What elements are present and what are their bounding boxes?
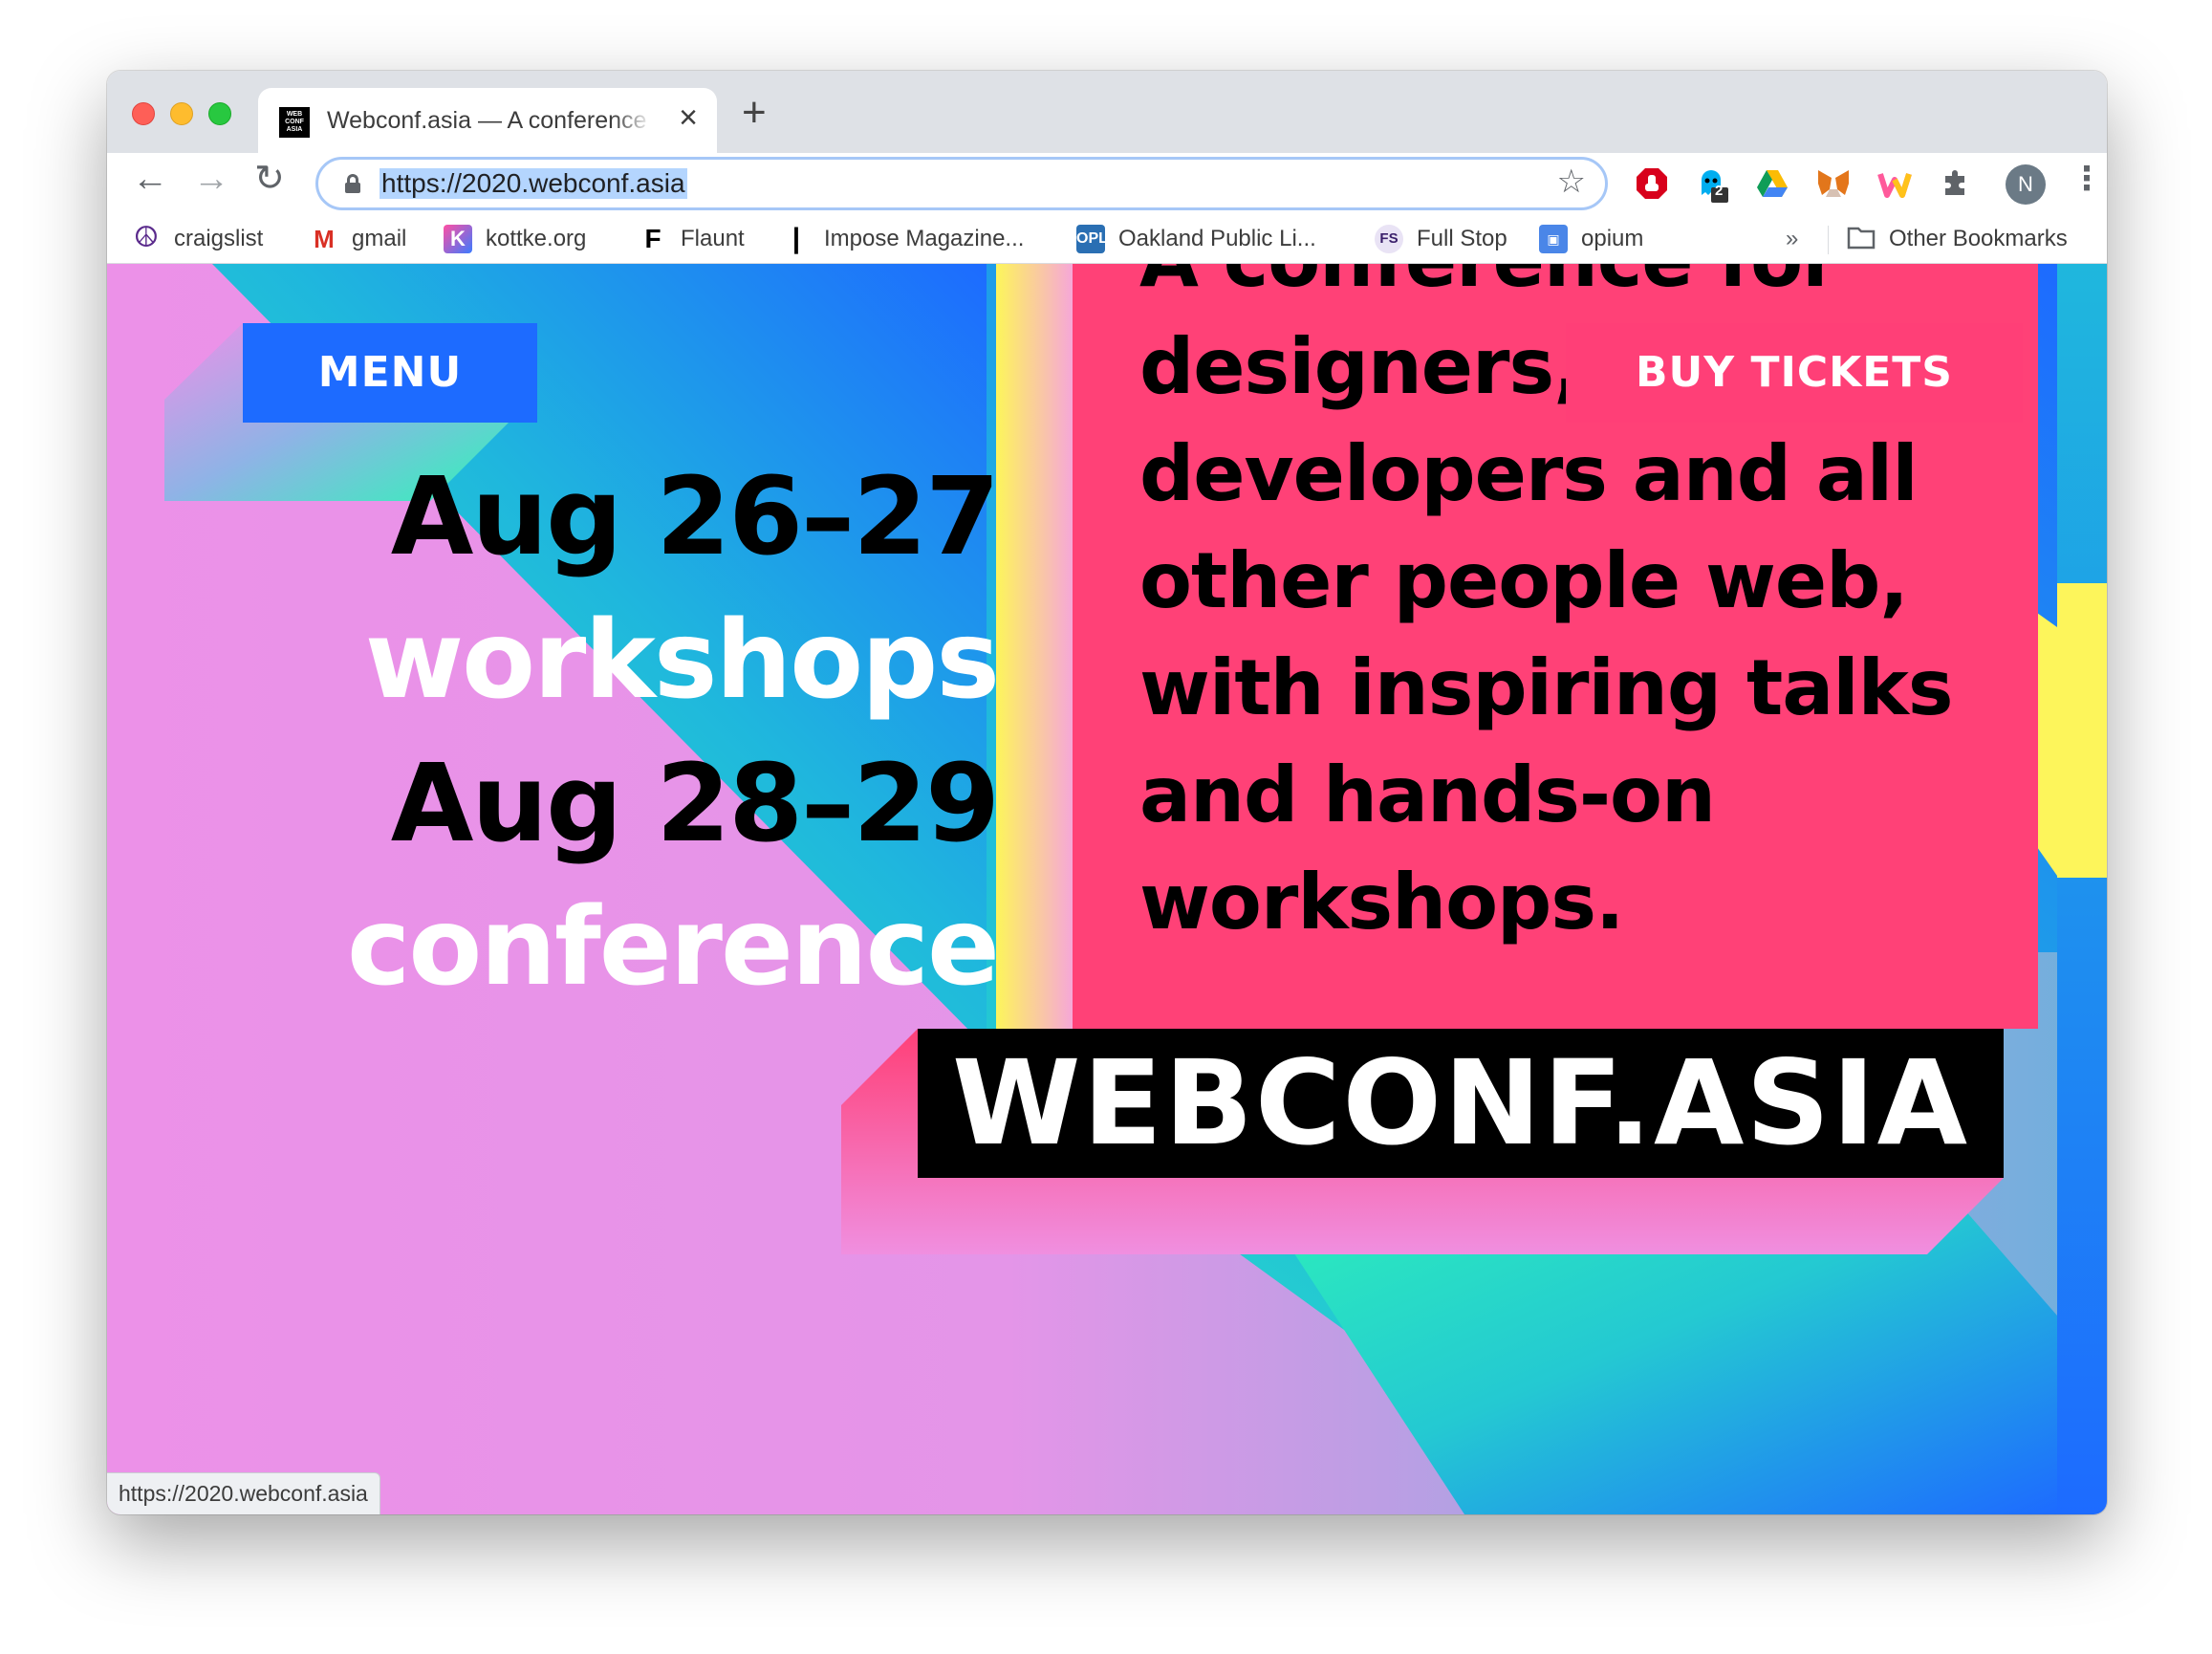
webconf-favicon-icon: WEB CONF ASIA xyxy=(279,107,310,138)
bookmark-impose[interactable]: | Impose Magazine... xyxy=(782,222,1025,256)
close-window-button[interactable] xyxy=(132,102,155,125)
bookmark-label: Other Bookmarks xyxy=(1889,226,2068,251)
extensions-puzzle-icon[interactable] xyxy=(1939,166,1973,201)
workshop-label: workshops xyxy=(364,598,1000,723)
conference-label: conference xyxy=(346,885,1000,1010)
flaunt-icon: F xyxy=(644,224,661,253)
bookmark-craigslist[interactable]: ☮ craigslist xyxy=(132,222,264,256)
bookmark-label: Flaunt xyxy=(681,226,745,251)
bookmark-label: opium xyxy=(1581,226,1644,251)
lock-icon[interactable] xyxy=(345,174,360,193)
bookmarks-divider xyxy=(1828,226,1829,254)
workshop-dates: Aug 26–27 xyxy=(390,455,1000,579)
address-bar[interactable]: https://2020.webconf.asia ☆ xyxy=(315,157,1608,210)
other-bookmarks-folder[interactable]: Other Bookmarks xyxy=(1847,222,2068,256)
reload-icon[interactable]: ↻ xyxy=(254,161,285,197)
toolbar: ← → ↻ https://2020.webconf.asia ☆ 2 N ⋮ xyxy=(107,153,2107,214)
bookmarks-bar: ☮ craigslist M gmail K kottke.org F Flau… xyxy=(107,214,2107,264)
impose-icon: | xyxy=(792,223,801,254)
new-tab-button[interactable]: + xyxy=(742,92,767,134)
bookmark-opium[interactable]: ▣ opium xyxy=(1539,222,1643,256)
gmail-icon: M xyxy=(314,225,335,253)
fullstop-icon: FS xyxy=(1375,225,1403,253)
extension-badge: 2 xyxy=(1715,183,1724,199)
tab-title: Webconf.asia — A conference for designer… xyxy=(327,107,652,134)
page-viewport: A conference for designers, developers a… xyxy=(107,264,2107,1514)
folder-icon xyxy=(1847,225,1876,253)
peace-icon: ☮ xyxy=(133,222,160,253)
bookmark-kottke[interactable]: K kottke.org xyxy=(444,222,586,256)
bookmark-label: craigslist xyxy=(174,226,264,251)
bookmark-label: kottke.org xyxy=(486,226,587,251)
kottke-icon: K xyxy=(444,225,472,253)
conference-dates: Aug 28–29 xyxy=(390,742,1000,866)
forward-arrow-icon[interactable]: → xyxy=(193,161,229,197)
active-tab[interactable]: WEB CONF ASIA Webconf.asia — A conference … xyxy=(258,88,717,153)
bookmark-full-stop[interactable]: FS Full Stop xyxy=(1375,222,1507,256)
buy-tickets-button[interactable]: BUY TICKETS xyxy=(1566,323,2023,423)
title-bar: WEB CONF ASIA Webconf.asia — A conference … xyxy=(107,71,2107,153)
bookmark-flaunt[interactable]: F Flaunt xyxy=(639,222,745,256)
event-dates: Aug 26–27 workshops Aug 28–29 conference xyxy=(346,446,1000,1019)
ublock-extension-icon[interactable] xyxy=(1635,166,1669,201)
bookmark-label: Full Stop xyxy=(1417,226,1507,251)
minimize-window-button[interactable] xyxy=(170,102,193,125)
wikiwand-extension-icon[interactable] xyxy=(1877,166,1912,201)
close-tab-icon[interactable]: × xyxy=(679,101,698,134)
bookmark-label: gmail xyxy=(352,226,407,251)
maximize-window-button[interactable] xyxy=(208,102,231,125)
bookmark-star-icon[interactable]: ☆ xyxy=(1557,165,1586,198)
bookmark-label: Oakland Public Li... xyxy=(1118,226,1316,251)
bookmark-gmail[interactable]: M gmail xyxy=(310,222,406,256)
ghostery-extension-icon[interactable]: 2 xyxy=(1694,166,1728,203)
url-text[interactable]: https://2020.webconf.asia xyxy=(380,168,687,199)
browser-window: WEB CONF ASIA Webconf.asia — A conference … xyxy=(107,71,2107,1514)
webconf-logo[interactable]: WEBCONF.ASIA xyxy=(918,1029,2004,1178)
back-arrow-icon[interactable]: ← xyxy=(132,161,168,197)
opium-icon: ▣ xyxy=(1539,225,1568,253)
bookmark-label: Impose Magazine... xyxy=(824,226,1025,251)
metamask-fox-icon[interactable] xyxy=(1816,166,1851,201)
more-menu-icon[interactable]: ⋮ xyxy=(2071,163,2103,195)
bookmarks-overflow-chevron-icon[interactable]: » xyxy=(1786,226,1798,252)
profile-avatar[interactable]: N xyxy=(2006,164,2046,205)
bookmark-oakland-library[interactable]: OPL Oakland Public Li... xyxy=(1076,222,1316,256)
google-drive-icon[interactable] xyxy=(1755,166,1789,201)
menu-button[interactable]: MENU xyxy=(243,323,537,423)
library-icon: OPL xyxy=(1076,225,1108,253)
status-bar-url: https://2020.webconf.asia xyxy=(107,1472,380,1514)
